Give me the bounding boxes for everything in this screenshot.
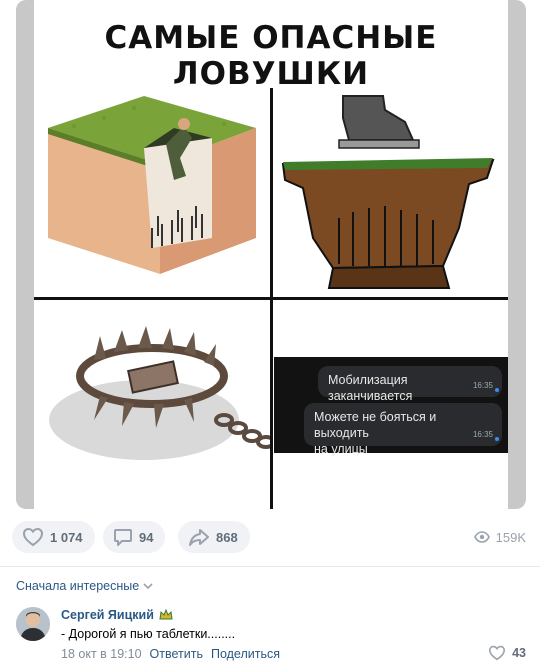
crown-badge-icon	[159, 609, 173, 620]
share-icon	[189, 529, 209, 546]
comment-like-button[interactable]: 43	[488, 645, 526, 661]
chat-message-text: Можете не бояться и выходить	[314, 410, 437, 440]
comment-item: Сергей Яицкий - Дорогой я пью таблетки..…	[16, 605, 528, 665]
divider	[0, 566, 540, 567]
read-status-icon	[495, 437, 499, 441]
comment-like-count: 43	[512, 646, 526, 660]
meme-image: САМЫЕ ОПАСНЫЕ ЛОВУШКИ Мобилизация заканч…	[34, 0, 508, 509]
post-image[interactable]: САМЫЕ ОПАСНЫЕ ЛОВУШКИ Мобилизация заканч…	[16, 0, 526, 509]
share-button[interactable]: 868	[178, 521, 250, 553]
views-counter: 159K	[473, 521, 526, 553]
heart-icon	[489, 645, 506, 661]
post-actions: 1 074 94 868 159K	[0, 521, 540, 553]
comment-icon	[114, 529, 132, 546]
comment-count: 94	[139, 529, 154, 545]
comment-author[interactable]: Сергей Яицкий	[61, 608, 173, 622]
read-status-icon	[495, 388, 499, 392]
comment-date[interactable]: 18 окт в 19:10	[61, 647, 142, 661]
like-button[interactable]: 1 074	[12, 521, 95, 553]
chat-message-time: 16:35	[472, 381, 493, 390]
reply-link[interactable]: Ответить	[150, 647, 203, 661]
comment-author-name[interactable]: Сергей Яицкий	[61, 608, 154, 622]
eye-icon	[473, 531, 490, 543]
avatar[interactable]	[16, 607, 50, 641]
comments-sort-label: Сначала интересные	[16, 579, 140, 593]
boot-pit-illustration	[273, 88, 508, 297]
share-link[interactable]: Поделиться	[211, 647, 280, 661]
comments-sort-dropdown[interactable]: Сначала интересные	[16, 579, 153, 593]
pit-trap-illustration	[34, 88, 270, 297]
like-count: 1 074	[50, 529, 83, 545]
bear-trap-illustration	[34, 300, 270, 509]
heart-icon	[22, 527, 44, 547]
chat-message-time: 16:35	[472, 430, 493, 439]
meme-title: САМЫЕ ОПАСНЫЕ ЛОВУШКИ	[104, 20, 438, 92]
comment-text: - Дорогой я пью таблетки........	[61, 627, 236, 641]
share-count: 868	[216, 529, 238, 545]
comment-button[interactable]: 94	[103, 521, 166, 553]
chat-message-text: Мобилизация заканчивается	[328, 373, 413, 403]
comment-meta: 18 окт в 19:10 Ответить Поделиться	[61, 647, 280, 661]
chat-screenshot: Мобилизация заканчивается 16:35 Можете н…	[274, 357, 508, 456]
chat-message-text: на улицы	[314, 442, 368, 456]
views-count: 159K	[495, 529, 526, 545]
chevron-down-icon	[143, 583, 153, 590]
chat-message: Мобилизация заканчивается 16:35	[318, 366, 502, 403]
chat-message: Можете не бояться и выходить на улицы 16…	[304, 403, 502, 456]
